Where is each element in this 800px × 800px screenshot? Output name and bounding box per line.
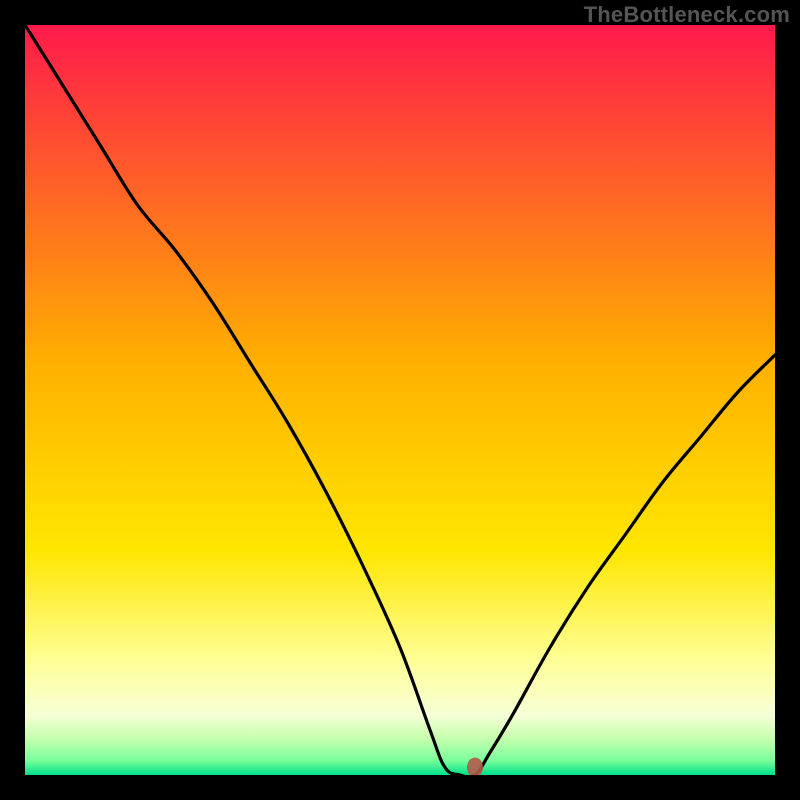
chart-frame: TheBottleneck.com: [0, 0, 800, 800]
plot-area: [25, 25, 775, 775]
chart-svg: [25, 25, 775, 775]
chart-background: [25, 25, 775, 775]
watermark-text: TheBottleneck.com: [584, 2, 790, 28]
